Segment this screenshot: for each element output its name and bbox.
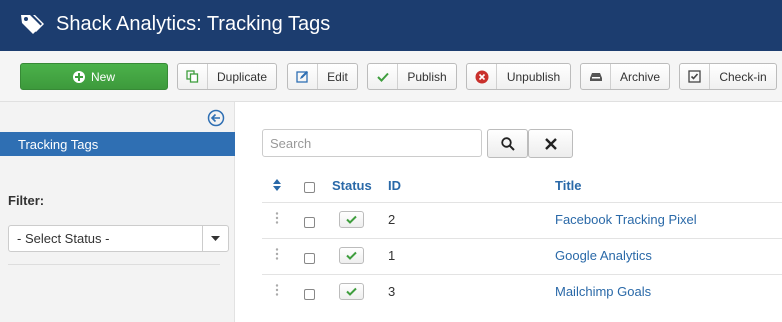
table-row: 1 Google Analytics (262, 238, 782, 274)
page-title: Shack Analytics: Tracking Tags (56, 13, 331, 35)
plus-circle-icon (72, 70, 85, 83)
filter-label: Filter: (8, 193, 45, 208)
duplicate-button[interactable]: Duplicate (177, 63, 277, 90)
row-title-link[interactable]: Google Analytics (555, 248, 652, 263)
tag-icon (21, 15, 44, 34)
status-toggle-button[interactable] (339, 283, 364, 300)
search-icon (500, 136, 515, 151)
status-select[interactable]: - Select Status - (8, 225, 229, 252)
checkin-button[interactable]: Check-in (679, 63, 777, 90)
new-button-label: New (90, 69, 115, 84)
row-checkbox[interactable] (304, 253, 315, 264)
search-input[interactable] (262, 129, 482, 157)
column-header-status[interactable]: Status (332, 178, 372, 193)
archive-button-label: Archive (619, 69, 660, 84)
unpublish-button-label: Unpublish (506, 69, 561, 84)
column-header-title[interactable]: Title (555, 178, 582, 193)
new-button[interactable]: New (20, 63, 168, 90)
row-id: 3 (388, 284, 396, 299)
check-icon (346, 287, 357, 296)
status-toggle-button[interactable] (339, 211, 364, 228)
unpublish-icon (467, 64, 497, 89)
edit-button[interactable]: Edit (287, 63, 358, 90)
row-id: 1 (388, 248, 396, 263)
status-select-value: - Select Status - (17, 231, 110, 246)
row-title-link[interactable]: Mailchimp Goals (555, 284, 651, 299)
unpublish-button[interactable]: Unpublish (466, 63, 571, 90)
sidebar: Tracking Tags Filter: - Select Status - (0, 102, 235, 322)
check-icon (346, 215, 357, 224)
sidebar-divider (8, 264, 220, 265)
copy-icon (178, 64, 208, 89)
edit-icon (288, 64, 318, 89)
collapse-sidebar-icon[interactable] (207, 109, 225, 127)
drag-handle-icon[interactable] (275, 284, 279, 296)
edit-button-label: Edit (327, 69, 348, 84)
sidebar-item-tracking-tags[interactable]: Tracking Tags (0, 132, 235, 156)
checkin-button-label: Check-in (719, 69, 767, 84)
clear-search-button[interactable] (528, 129, 573, 158)
publish-button-label: Publish (407, 69, 447, 84)
select-all-checkbox[interactable] (304, 182, 315, 193)
caret-down-icon (202, 226, 228, 251)
row-checkbox[interactable] (304, 289, 315, 300)
drag-handle-icon[interactable] (275, 212, 279, 224)
check-icon (346, 251, 357, 260)
close-icon (544, 137, 557, 150)
page-header: Shack Analytics: Tracking Tags (0, 0, 782, 51)
search-button[interactable] (487, 129, 528, 158)
table-row: 2 Facebook Tracking Pixel (262, 202, 782, 238)
table-row: 3 Mailchimp Goals (262, 274, 782, 310)
toolbar: New Duplicate Edit Publish Unpublish Arc… (0, 51, 782, 102)
archive-icon (581, 64, 611, 89)
sort-icon[interactable] (273, 179, 281, 191)
column-header-id[interactable]: ID (388, 178, 401, 193)
duplicate-button-label: Duplicate (216, 69, 268, 84)
drag-handle-icon[interactable] (275, 248, 279, 260)
checkbox-icon (680, 64, 710, 89)
archive-button[interactable]: Archive (580, 63, 670, 90)
row-title-link[interactable]: Facebook Tracking Pixel (555, 212, 697, 227)
publish-button[interactable]: Publish (367, 63, 457, 90)
row-checkbox[interactable] (304, 217, 315, 228)
check-icon (368, 64, 398, 89)
status-toggle-button[interactable] (339, 247, 364, 264)
row-id: 2 (388, 212, 396, 227)
